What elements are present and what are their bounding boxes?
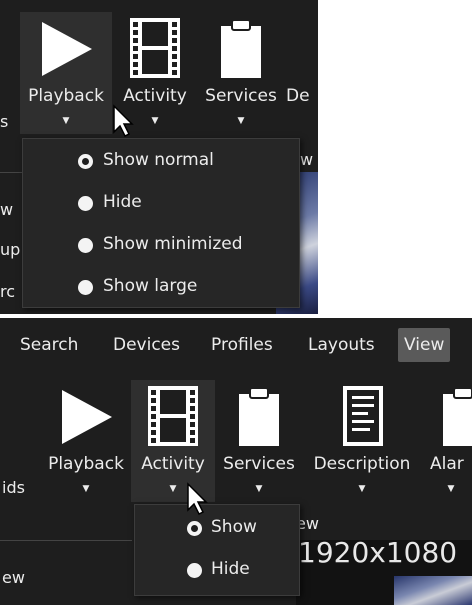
resolution-overlay: 1920x1080 (298, 536, 458, 569)
chevron-down-icon: ▼ (255, 484, 263, 494)
play-icon (62, 390, 112, 444)
tab-layouts[interactable]: Layouts (302, 328, 381, 362)
services-label: Services (223, 454, 295, 474)
menu-item-label: Hide (211, 559, 250, 579)
clipped-text: ew (2, 568, 25, 587)
menu-item-show-large[interactable]: Show large (23, 267, 299, 307)
description-button[interactable]: De (286, 12, 318, 134)
services-label: Services (205, 86, 277, 106)
services-button[interactable]: Services ▼ (216, 380, 302, 502)
tab-devices[interactable]: Devices (107, 328, 186, 362)
clipboard-icon (221, 19, 261, 78)
radio-icon[interactable] (78, 238, 93, 253)
tab-profiles[interactable]: Profiles (205, 328, 279, 362)
chevron-down-icon: ▼ (82, 484, 90, 494)
tab-view[interactable]: View (398, 328, 451, 362)
menu-item-label: Show minimized (103, 234, 243, 254)
activity-menu-screenshot: Search Devices Profiles Layouts View Pla… (0, 318, 472, 605)
menu-item-hide[interactable]: Hide (23, 183, 299, 223)
menu-item-label: Show large (103, 276, 198, 296)
playback-menu-screenshot: Playback ▼ Activity ▼ Services ▼ De s w … (0, 0, 318, 314)
clipped-text: rc (0, 282, 16, 301)
clipped-text: up (0, 240, 21, 259)
radio-icon[interactable] (187, 563, 202, 578)
divider (0, 172, 22, 173)
clipboard-icon (443, 387, 472, 446)
radio-selected-icon[interactable] (78, 154, 93, 169)
clipped-text: w (0, 200, 14, 219)
menu-item-hide[interactable]: Hide (135, 550, 299, 590)
clipped-text: s (0, 112, 9, 131)
playback-button[interactable]: Playback ▼ (40, 380, 132, 502)
film-icon (130, 18, 180, 78)
alarms-button[interactable]: Alar ▼ (424, 380, 472, 502)
activity-label: Activity (123, 86, 187, 106)
playback-dropdown-menu: Show normal Hide Show minimized Show lar… (22, 138, 300, 308)
radio-selected-icon[interactable] (187, 521, 202, 536)
description-button[interactable]: Description ▼ (304, 380, 420, 502)
clipped-text: w (300, 150, 314, 169)
play-icon (42, 22, 92, 76)
description-label: De (286, 86, 310, 106)
menu-item-show-minimized[interactable]: Show minimized (23, 225, 299, 265)
clipboard-icon (239, 387, 279, 446)
playback-label: Playback (28, 86, 104, 106)
services-button[interactable]: Services ▼ (198, 12, 284, 134)
menu-item-show-normal[interactable]: Show normal (23, 141, 299, 181)
document-icon (343, 386, 383, 446)
menu-item-label: Show normal (103, 150, 214, 170)
clipped-text: ids (2, 478, 25, 497)
menu-item-label: Hide (103, 192, 142, 212)
menu-item-show[interactable]: Show (135, 508, 299, 548)
chevron-down-icon: ▼ (447, 484, 455, 494)
playback-button[interactable]: Playback ▼ (20, 12, 112, 134)
camera-view[interactable]: 1920x1080 (296, 536, 472, 605)
activity-label: Activity (141, 454, 205, 474)
description-label: Description (313, 454, 411, 474)
tab-search[interactable]: Search (14, 328, 84, 362)
mouse-cursor-icon (187, 482, 208, 516)
radio-icon[interactable] (78, 196, 93, 211)
playback-label: Playback (48, 454, 124, 474)
radio-icon[interactable] (78, 280, 93, 295)
chevron-down-icon: ▼ (358, 484, 366, 494)
chevron-down-icon: ▼ (62, 116, 70, 126)
activity-dropdown-menu: Show Hide (134, 504, 300, 596)
mouse-cursor-icon (113, 104, 134, 138)
camera-thumbnail (394, 576, 472, 605)
menu-item-label: Show (211, 517, 257, 537)
alarms-label: Alar (430, 454, 464, 474)
divider (0, 540, 132, 541)
film-icon (148, 386, 198, 446)
chevron-down-icon: ▼ (237, 116, 245, 126)
